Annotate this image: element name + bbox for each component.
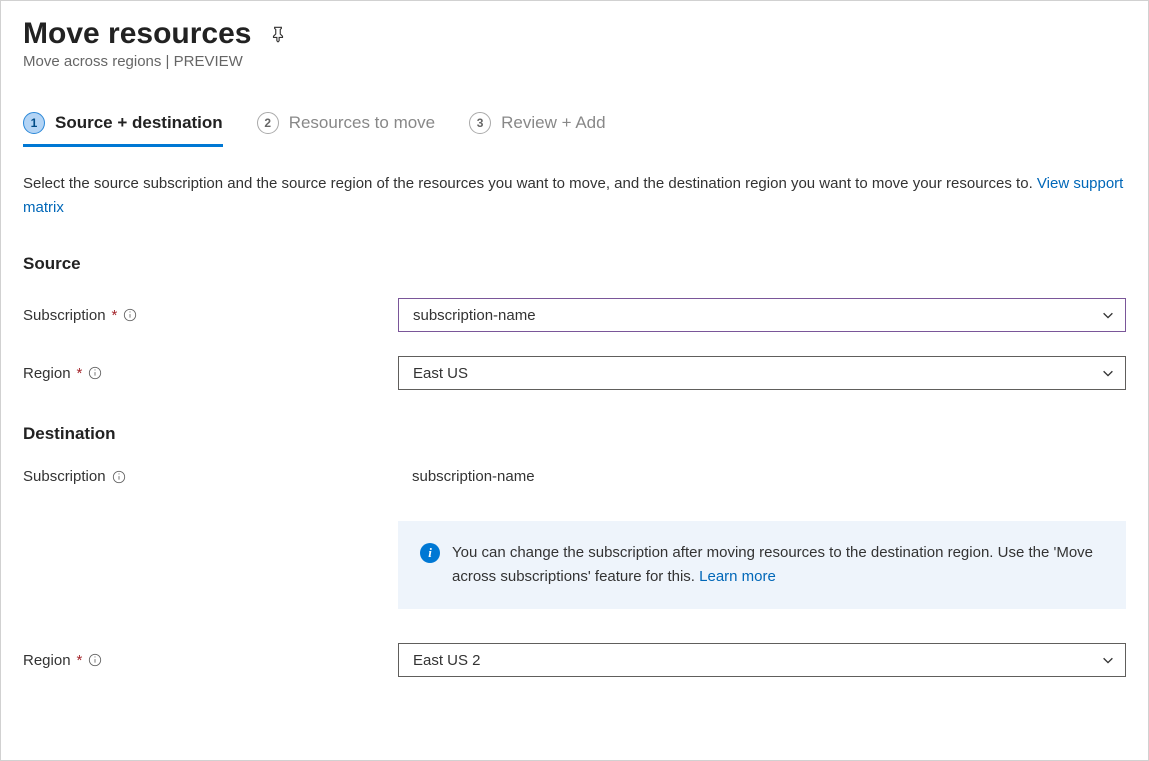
select-value: East US — [413, 365, 468, 382]
info-icon[interactable] — [123, 308, 137, 322]
tab-source-destination[interactable]: 1 Source + destination — [23, 112, 223, 144]
description-text: Select the source subscription and the s… — [23, 172, 1126, 220]
pin-icon[interactable] — [269, 25, 287, 43]
chevron-down-icon — [1101, 366, 1115, 380]
page-header: Move resources — [23, 17, 1126, 51]
label-text: Region — [23, 652, 71, 669]
destination-region-select[interactable]: East US 2 — [398, 643, 1126, 677]
source-region-select[interactable]: East US — [398, 356, 1126, 390]
destination-region-row: Region * East US 2 — [23, 643, 1126, 677]
destination-subscription-label-col: Subscription — [23, 468, 398, 485]
select-value: East US 2 — [413, 652, 481, 669]
label-text: Region — [23, 365, 71, 382]
destination-heading: Destination — [23, 424, 1126, 444]
source-region-row: Region * East US — [23, 356, 1126, 390]
source-subscription-label-col: Subscription * — [23, 307, 398, 324]
step-number: 1 — [23, 112, 45, 134]
chevron-down-icon — [1101, 653, 1115, 667]
page-subtitle: Move across regions | PREVIEW — [23, 53, 1126, 70]
label-text: Subscription — [23, 307, 106, 324]
info-icon[interactable] — [112, 470, 126, 484]
info-icon[interactable] — [88, 653, 102, 667]
chevron-down-icon — [1101, 308, 1115, 322]
subscription-info-banner: i You can change the subscription after … — [398, 521, 1126, 609]
info-icon[interactable] — [88, 366, 102, 380]
destination-subscription-row: Subscription subscription-name — [23, 468, 1126, 485]
banner-text-wrap: You can change the subscription after mo… — [452, 541, 1104, 589]
source-heading: Source — [23, 254, 1126, 274]
label-text: Subscription — [23, 468, 106, 485]
page-title: Move resources — [23, 17, 251, 51]
tab-label: Review + Add — [501, 113, 605, 133]
tab-label: Resources to move — [289, 113, 435, 133]
required-indicator: * — [112, 307, 118, 324]
destination-region-label-col: Region * — [23, 652, 398, 669]
step-number: 2 — [257, 112, 279, 134]
info-circle-icon: i — [420, 543, 440, 563]
source-region-label-col: Region * — [23, 365, 398, 382]
tab-label: Source + destination — [55, 113, 223, 133]
select-value: subscription-name — [413, 307, 536, 324]
wizard-tabs: 1 Source + destination 2 Resources to mo… — [23, 112, 1126, 144]
learn-more-link[interactable]: Learn more — [699, 568, 776, 585]
source-subscription-select[interactable]: subscription-name — [398, 298, 1126, 332]
step-number: 3 — [469, 112, 491, 134]
tab-resources-to-move[interactable]: 2 Resources to move — [257, 112, 435, 144]
required-indicator: * — [77, 365, 83, 382]
tab-review-add[interactable]: 3 Review + Add — [469, 112, 605, 144]
source-subscription-row: Subscription * subscription-name — [23, 298, 1126, 332]
description-body: Select the source subscription and the s… — [23, 175, 1037, 192]
required-indicator: * — [77, 652, 83, 669]
destination-subscription-value: subscription-name — [398, 468, 1126, 485]
